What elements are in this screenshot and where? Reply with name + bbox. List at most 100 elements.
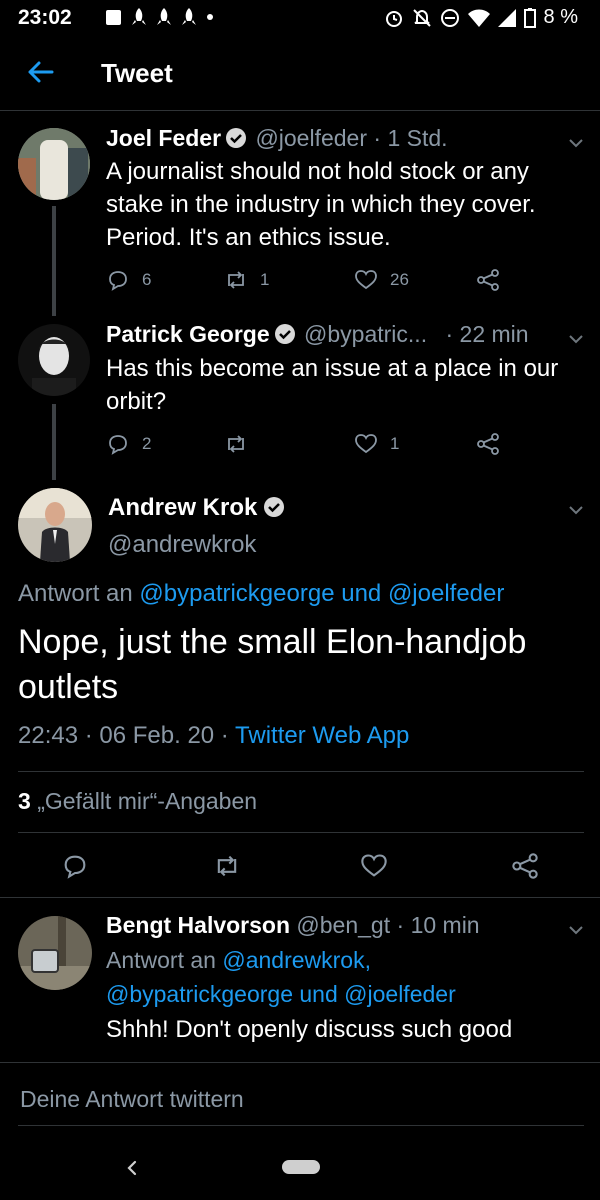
likes-summary[interactable]: 3 „Gefällt mir“-Angaben	[18, 788, 257, 815]
author-handle: @ben_gt	[296, 912, 391, 938]
avatar[interactable]	[18, 916, 92, 990]
likes-count: 3	[18, 788, 31, 814]
signal-icon	[497, 8, 516, 27]
chevron-down-icon[interactable]	[568, 504, 584, 516]
like-button[interactable]: 1	[354, 432, 399, 456]
like-count: 26	[390, 270, 409, 289]
tweet-time: · 1 Std.	[373, 125, 448, 151]
tweet-date: 22:43 · 06 Feb. 20 ·	[18, 722, 229, 749]
tweet-text: Nope, just the small Elon-handjob outlet…	[18, 623, 527, 706]
retweet-icon[interactable]	[213, 852, 241, 880]
reply-context: Antwort an @bypatrickgeorge und @joelfed…	[18, 580, 504, 608]
chevron-down-icon[interactable]	[568, 333, 584, 345]
avatar[interactable]	[18, 324, 90, 396]
retweet-button[interactable]: 1	[224, 268, 269, 292]
retweet-button[interactable]	[224, 432, 248, 456]
retweet-icon	[228, 435, 244, 453]
share-button[interactable]	[476, 432, 500, 456]
tweet-time: · 10 min	[396, 912, 480, 938]
share-icon[interactable]	[511, 852, 539, 880]
tweet-header: Patrick George @bypatric... · 22 min	[106, 321, 529, 348]
tweet-text: Has this become an issue at a place in o…	[106, 355, 559, 415]
divider	[0, 897, 600, 898]
author-name[interactable]: Joel Feder	[106, 125, 221, 151]
top-bar: Tweet	[0, 36, 600, 111]
tweet-text: A journalist should not hold stock or an…	[106, 158, 536, 251]
tweet-header: Bengt Halvorson @ben_gt · 10 min	[106, 912, 480, 939]
mention-link[interactable]: @andrewkrok,	[222, 947, 371, 973]
retweet-count: 1	[260, 270, 270, 289]
back-arrow-icon[interactable]	[24, 56, 56, 88]
share-icon	[477, 433, 499, 455]
input-underline	[18, 1125, 584, 1126]
mute-icon	[412, 8, 431, 27]
heart-icon	[355, 270, 377, 290]
status-right: 8 %	[384, 6, 578, 29]
reply-composer	[0, 1062, 600, 1145]
avatar[interactable]	[18, 128, 90, 200]
mention-link[interactable]: @joelfeder	[344, 981, 456, 1007]
verified-badge-icon	[274, 324, 295, 344]
verified-badge-icon	[226, 128, 247, 148]
reply-button[interactable]: 2	[106, 432, 151, 456]
rocket-notification-icon	[157, 8, 171, 25]
image-notification-icon	[106, 9, 121, 25]
system-nav-bar	[0, 1144, 600, 1200]
divider	[18, 832, 584, 833]
divider	[18, 771, 584, 772]
reply-icon	[109, 271, 127, 291]
chevron-down-icon[interactable]	[568, 924, 584, 936]
chevron-down-icon[interactable]	[568, 137, 584, 149]
alarm-icon	[385, 10, 402, 27]
reply-joiner: und	[299, 981, 338, 1007]
mention-link[interactable]: @joelfeder	[388, 580, 504, 607]
likes-label: „Gefällt mir“-Angaben	[37, 788, 258, 814]
page-title: Tweet	[101, 58, 173, 88]
wifi-icon	[467, 9, 490, 27]
thread-connector	[52, 206, 56, 316]
thread-connector	[52, 404, 56, 480]
mention-link[interactable]: @bypatrickgeorge	[139, 580, 334, 607]
home-pill[interactable]	[282, 1160, 320, 1174]
reply-prefix: Antwort an	[18, 580, 133, 607]
like-button[interactable]: 26	[354, 268, 409, 292]
tweet-actions: 6 1 26	[106, 268, 526, 298]
notification-icons	[106, 8, 213, 26]
reply-input[interactable]	[18, 1085, 582, 1114]
author-name[interactable]: Bengt Halvorson	[106, 912, 290, 938]
battery-percent: 8 %	[543, 6, 578, 28]
rocket-notification-icon	[182, 8, 196, 25]
mention-link[interactable]: @bypatrickgeorge	[106, 981, 293, 1007]
author-name-text: Andrew Krok	[108, 494, 258, 521]
dnd-icon	[440, 8, 459, 27]
avatar[interactable]	[18, 488, 92, 562]
share-button[interactable]	[476, 268, 500, 292]
author-name[interactable]: Patrick George	[106, 321, 270, 347]
reply-count: 2	[142, 434, 152, 453]
reply-prefix: Antwort an	[106, 947, 216, 973]
reply-context: Antwort an @andrewkrok,	[106, 947, 371, 974]
tweet-time: · 22 min	[445, 321, 529, 347]
like-count: 1	[390, 434, 400, 453]
reply-button[interactable]: 6	[106, 268, 151, 292]
status-time: 23:02	[18, 6, 72, 29]
heart-icon	[355, 434, 377, 454]
more-notifications-icon	[207, 14, 213, 20]
reply-icon	[109, 435, 127, 455]
author-handle: @joelfeder	[255, 125, 368, 151]
status-bar: 23:02 8 %	[0, 0, 600, 36]
tweet-actions: 2 1	[106, 432, 526, 462]
verified-badge-icon	[264, 497, 285, 517]
reply-icon[interactable]	[61, 852, 89, 880]
share-icon	[477, 269, 499, 291]
tweet-source-link[interactable]: Twitter Web App	[235, 722, 409, 749]
heart-icon[interactable]	[360, 852, 388, 880]
author-handle: @andrewkrok	[108, 531, 257, 558]
battery-icon	[523, 7, 536, 28]
reply-joiner: und	[341, 580, 382, 607]
retweet-icon	[228, 271, 244, 289]
author-name[interactable]: Andrew Krok	[108, 494, 287, 522]
reply-count: 6	[142, 270, 152, 289]
nav-back-icon[interactable]	[122, 1158, 142, 1178]
rocket-notification-icon	[132, 8, 146, 25]
